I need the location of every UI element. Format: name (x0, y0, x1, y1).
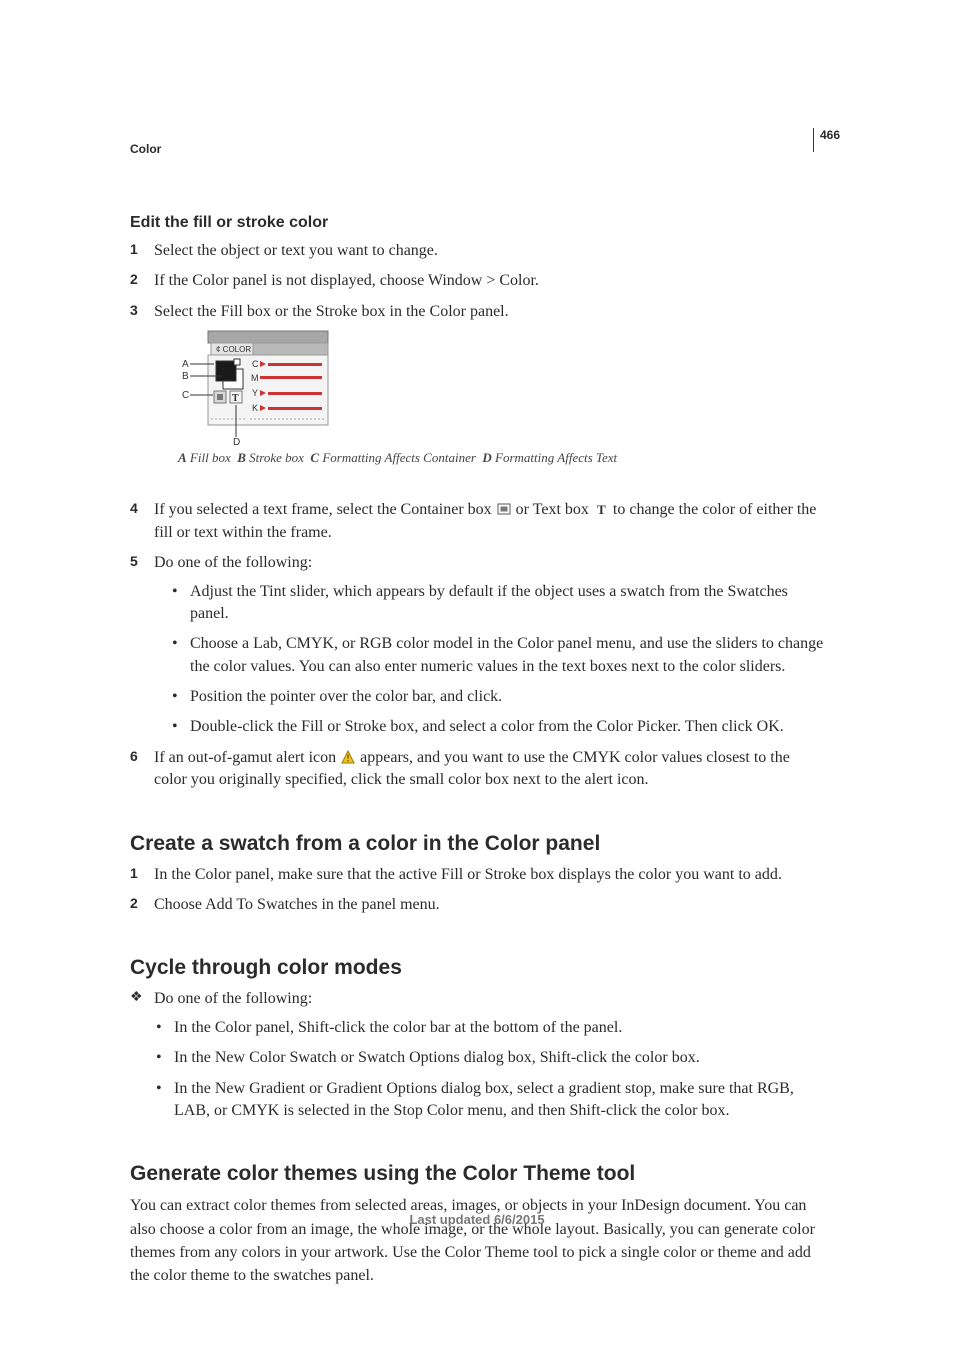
page-number-bar: 466 (813, 128, 840, 152)
cycle-options: In the Color panel, Shift-click the colo… (156, 1017, 824, 1123)
step-2: If the Color panel is not displayed, cho… (130, 270, 824, 292)
heading-edit-fill-stroke: Edit the fill or stroke color (130, 214, 824, 232)
heading-create-swatch: Create a swatch from a color in the Colo… (130, 832, 824, 856)
step-4: If you selected a text frame, select the… (130, 499, 824, 544)
step-5-lead: Do one of the following: (154, 554, 312, 571)
figure-caption: A Fill box B Stroke box C Formatting Aff… (178, 449, 617, 467)
container-box-icon (497, 502, 511, 516)
text-box-icon: T (594, 502, 608, 516)
cap-A-text: Fill box (190, 450, 231, 465)
cycle-lead: Do one of the following: (130, 988, 824, 1010)
page: 466 Color Edit the fill or stroke color … (0, 0, 954, 1355)
color-theme-body: You can extract color themes from select… (130, 1194, 824, 1287)
svg-text:Y: Y (252, 388, 258, 398)
svg-text:D: D (233, 437, 240, 445)
steps-create-swatch: In the Color panel, make sure that the a… (130, 864, 824, 917)
cycle-opt1: In the Color panel, Shift-click the colo… (156, 1017, 824, 1039)
svg-text:¢ COLOR: ¢ COLOR (216, 345, 251, 354)
step-3-text: Select the Fill box or the Stroke box in… (154, 303, 509, 320)
svg-text:C: C (252, 359, 259, 369)
swatch-step-2: Choose Add To Swatches in the panel menu… (130, 894, 824, 916)
color-panel-illustration: ¢ COLOR T C M (178, 325, 338, 445)
cap-D: D (482, 450, 491, 465)
heading-color-theme-tool: Generate color themes using the Color Th… (130, 1162, 824, 1186)
cap-B-text: Stroke box (249, 450, 304, 465)
cap-B: B (237, 450, 246, 465)
step-5-opt2: Choose a Lab, CMYK, or RGB color model i… (172, 633, 824, 678)
step-5: Do one of the following: Adjust the Tint… (130, 552, 824, 739)
cycle-opt3: In the New Gradient or Gradient Options … (156, 1078, 824, 1123)
heading-cycle-modes: Cycle through color modes (130, 956, 824, 980)
swatch-step-1: In the Color panel, make sure that the a… (130, 864, 824, 886)
figure-color-panel: ¢ COLOR T C M (178, 325, 824, 467)
step-6a: If an out-of-gamut alert icon (154, 749, 340, 766)
svg-text:T: T (232, 393, 239, 404)
step-5-opt1: Adjust the Tint slider, which appears by… (172, 581, 824, 626)
page-number: 466 (820, 128, 840, 142)
cap-C-text: Formatting Affects Container (322, 450, 476, 465)
step-5-opt3: Position the pointer over the color bar,… (172, 686, 824, 708)
page-number-wrap: 466 (813, 128, 840, 152)
steps-edit-fill-stroke: Select the object or text you want to ch… (130, 240, 824, 792)
step-4b: or Text box (516, 501, 593, 518)
cap-A: A (178, 450, 187, 465)
svg-text:T: T (597, 502, 606, 516)
cap-C: C (310, 450, 319, 465)
running-header: Color (130, 142, 824, 156)
cycle-opt2: In the New Color Swatch or Swatch Option… (156, 1047, 824, 1069)
step-6: If an out-of-gamut alert icon appears, a… (130, 747, 824, 792)
step-5-options: Adjust the Tint slider, which appears by… (172, 581, 824, 739)
svg-text:C: C (182, 390, 189, 401)
cap-D-text: Formatting Affects Text (495, 450, 617, 465)
step-4a: If you selected a text frame, select the… (154, 501, 496, 518)
svg-text:M: M (251, 373, 259, 383)
step-1: Select the object or text you want to ch… (130, 240, 824, 262)
footer-last-updated: Last updated 6/6/2015 (0, 1212, 954, 1227)
step-3: Select the Fill box or the Stroke box in… (130, 301, 824, 492)
svg-text:B: B (182, 371, 189, 382)
step-5-opt4: Double-click the Fill or Stroke box, and… (172, 716, 824, 738)
svg-text:A: A (182, 359, 189, 370)
out-of-gamut-alert-icon (341, 750, 355, 764)
svg-text:K: K (252, 403, 258, 413)
